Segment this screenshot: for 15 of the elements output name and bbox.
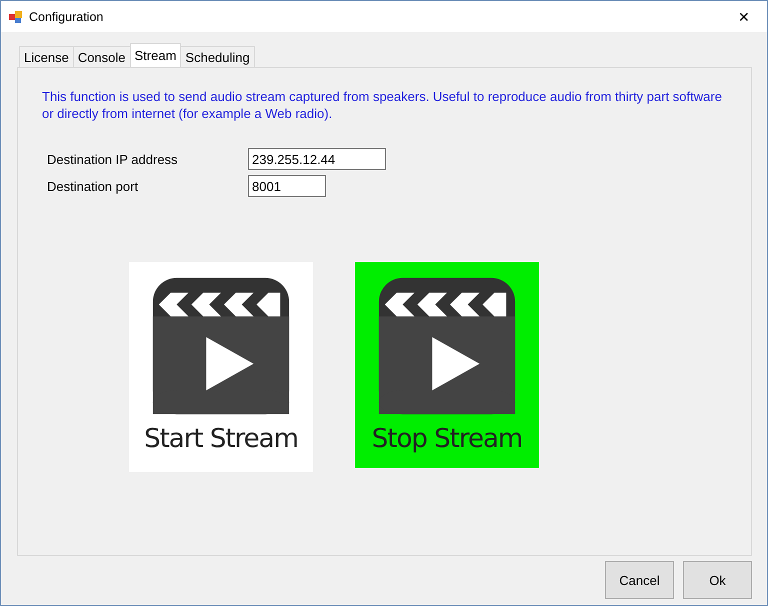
tab[interactable]: Scheduling [180, 46, 255, 67]
field-label: Destination IP address [47, 152, 179, 166]
dialog-button[interactable]: Cancel [605, 561, 674, 599]
field-label: Destination port [47, 178, 140, 194]
description-text: This function is used to send audio stream captured from speakers. Useful to reproduce audio from thirty part software or directly from internet (for example a Web radio). [42, 88, 723, 122]
input-field[interactable]: 239.255.12.44 [248, 148, 386, 170]
app-icon [9, 10, 23, 24]
tab[interactable]: License [19, 46, 74, 67]
stream-button[interactable]: Start Stream [129, 262, 313, 472]
dialog-button[interactable]: Ok [683, 561, 752, 599]
stream-button[interactable]: Stop Stream [355, 262, 539, 468]
input-field[interactable]: 8001 [248, 175, 326, 197]
window-title: Configuration [29, 10, 104, 24]
tab[interactable]: Stream [130, 43, 182, 67]
close-button[interactable]: ✕ [721, 1, 767, 32]
